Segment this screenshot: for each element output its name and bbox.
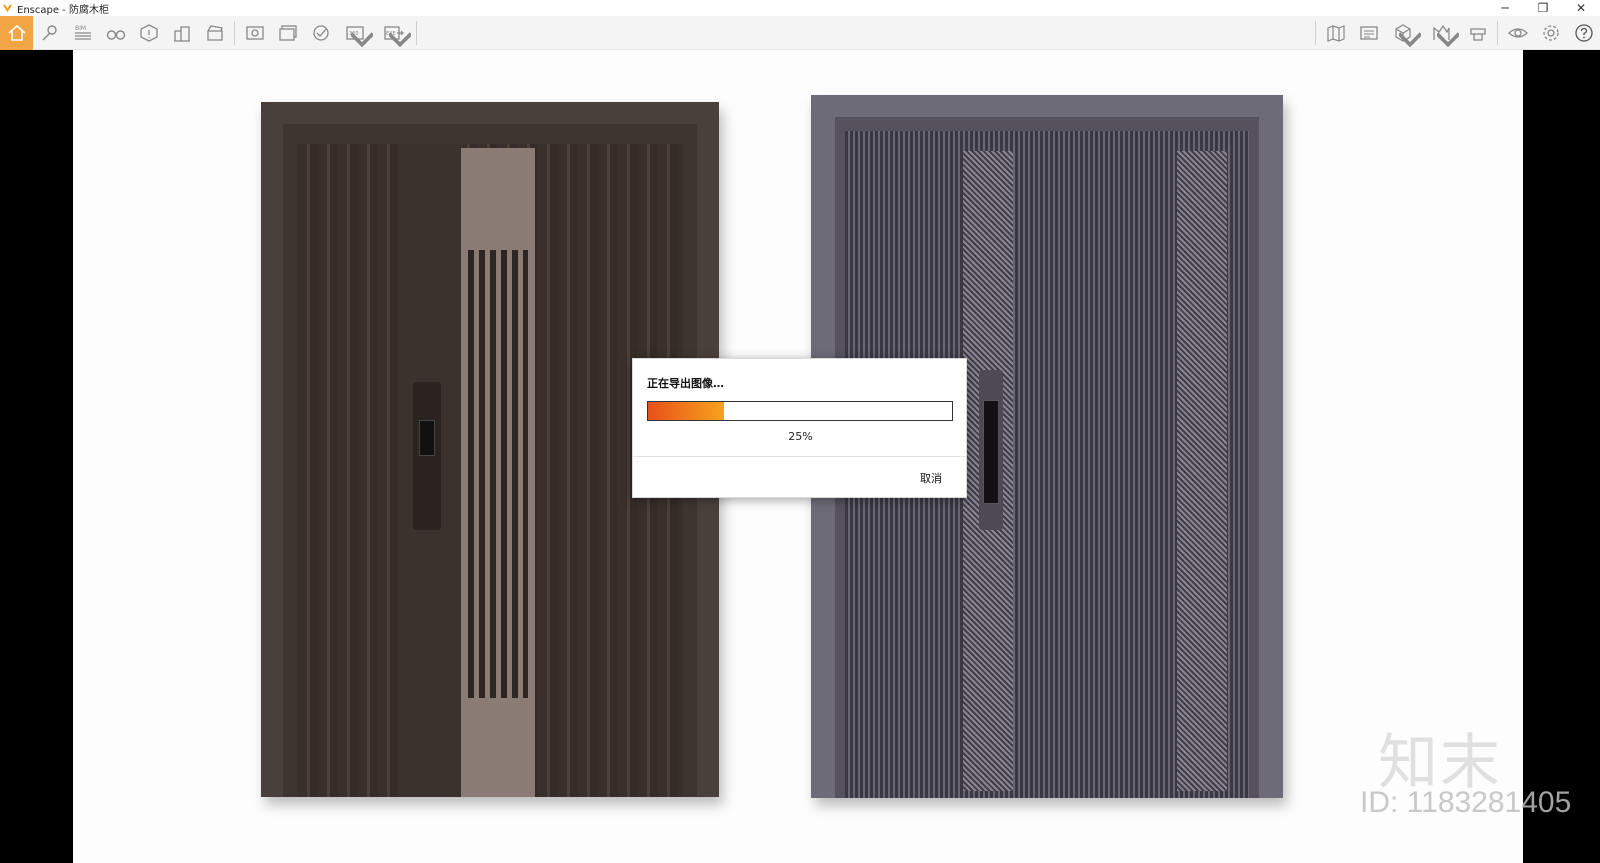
chevron-down-icon xyxy=(351,32,373,48)
window-title: Enscape - 防腐木柜 xyxy=(17,4,109,16)
panorama-upload-icon xyxy=(312,25,329,41)
render-360-button[interactable]: 360 xyxy=(337,16,375,50)
screenshot-icon xyxy=(245,26,264,40)
cube-view-button[interactable] xyxy=(1385,16,1423,50)
restore-button[interactable]: ❐ xyxy=(1524,0,1562,16)
map-button[interactable] xyxy=(1319,16,1352,50)
toolbar-separator xyxy=(234,21,235,45)
door-handle xyxy=(413,382,441,530)
smart-lock-keypad xyxy=(419,420,435,456)
smart-lock-keypad xyxy=(983,400,999,504)
material-editor-button[interactable] xyxy=(1461,16,1494,50)
enscape-logo-icon xyxy=(2,4,13,12)
walk-mode-button[interactable] xyxy=(99,16,132,50)
binoculars-icon xyxy=(106,30,125,40)
window-controls: ─ ❐ ✕ xyxy=(1486,0,1600,16)
toolbar: BIM 360 EXE xyxy=(0,16,1600,62)
home-button[interactable] xyxy=(0,16,33,50)
location-button[interactable] xyxy=(33,16,66,50)
door-mesh-strip xyxy=(1177,151,1227,791)
dialog-title: 正在导出图像… xyxy=(647,377,724,390)
export-progress-dialog: 正在导出图像… 25% 取消 xyxy=(632,358,967,498)
assets-button[interactable] xyxy=(1423,16,1461,50)
bim-icon: BIM xyxy=(74,25,91,40)
door-grille xyxy=(468,250,528,698)
progress-percentage: 25% xyxy=(788,430,813,443)
toolbar-right xyxy=(1312,16,1600,50)
bim-button[interactable]: BIM xyxy=(66,16,99,50)
cancel-button[interactable]: 取消 xyxy=(903,468,959,490)
home-icon xyxy=(7,24,26,41)
export-progress-bar xyxy=(647,401,953,421)
view-management-button[interactable] xyxy=(1352,16,1385,50)
warning-cube-icon xyxy=(139,24,158,42)
chevron-down-icon xyxy=(389,32,411,48)
visual-settings-icon xyxy=(1507,28,1528,38)
title-bar: Enscape - 防腐木柜 ─ ❐ ✕ xyxy=(0,0,1600,16)
chevron-down-icon xyxy=(1437,32,1459,48)
toolbar-separator xyxy=(1497,21,1498,45)
visual-settings-button[interactable] xyxy=(1501,16,1534,50)
toolbar-left: BIM 360 EXE xyxy=(0,16,420,50)
settings-icon xyxy=(1542,25,1559,41)
issues-button[interactable] xyxy=(132,16,165,50)
progress-fill xyxy=(648,402,724,420)
watermark-id: ID: 1183281405 xyxy=(1360,786,1572,819)
minimize-button[interactable]: ─ xyxy=(1486,0,1524,16)
export-exe-button[interactable]: EXE xyxy=(375,16,413,50)
toolbar-separator xyxy=(1315,21,1316,45)
screenshot-button[interactable] xyxy=(238,16,271,50)
chevron-down-icon xyxy=(1399,32,1421,48)
video-editor-button[interactable] xyxy=(198,16,231,50)
settings-button[interactable] xyxy=(1534,16,1567,50)
buildings-button[interactable] xyxy=(165,16,198,50)
clapper-icon xyxy=(206,25,223,41)
svg-text:BIM: BIM xyxy=(75,25,86,32)
panorama-upload-button[interactable] xyxy=(304,16,337,50)
view-management-icon xyxy=(1359,26,1378,40)
help-icon xyxy=(1574,24,1593,42)
map-icon xyxy=(1326,25,1345,42)
buildings-icon xyxy=(173,26,190,42)
location-pin-icon xyxy=(42,25,57,41)
help-button[interactable] xyxy=(1567,16,1600,50)
dialog-divider xyxy=(633,456,966,457)
batch-render-icon xyxy=(278,25,297,41)
close-button[interactable]: ✕ xyxy=(1562,0,1600,16)
toolbar-separator xyxy=(416,21,417,45)
batch-render-button[interactable] xyxy=(271,16,304,50)
material-editor-icon xyxy=(1469,28,1486,41)
